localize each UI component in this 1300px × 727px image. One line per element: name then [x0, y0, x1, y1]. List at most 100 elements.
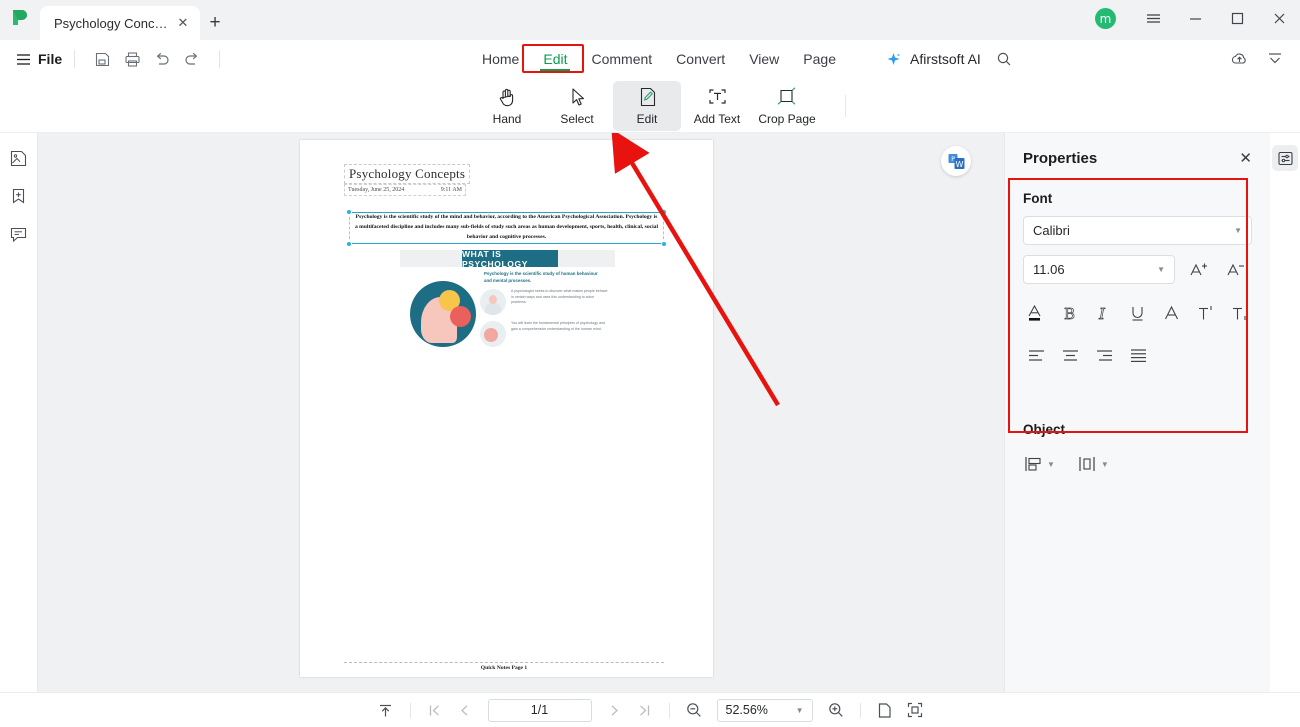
font-family-select[interactable]: Calibri ▼	[1023, 216, 1252, 245]
menu-tab-comment[interactable]: Comment	[579, 40, 664, 78]
bookmark-add-icon[interactable]	[6, 183, 32, 209]
svg-text:I: I	[1098, 305, 1106, 323]
properties-panel: Properties ✕ Font Calibri ▼ 11.06 ▼ B I	[1004, 133, 1270, 692]
infographic-image[interactable]: WHAT IS PSYCHOLOGY Psychology is the sci…	[400, 249, 615, 357]
strikethrough-icon[interactable]	[1154, 298, 1188, 328]
align-justify-icon[interactable]	[1121, 340, 1155, 370]
tool-crop-page-label: Crop Page	[758, 112, 816, 126]
page-number-value: 1/1	[530, 703, 549, 717]
align-objects-icon[interactable]: ▼	[1019, 451, 1059, 477]
menu-tab-convert[interactable]: Convert	[664, 40, 737, 78]
bold-icon[interactable]: B	[1053, 298, 1087, 328]
superscript-icon[interactable]	[1188, 298, 1222, 328]
pdf-page[interactable]: Psychology Concepts Tuesday, June 25, 20…	[300, 140, 713, 677]
redo-icon[interactable]	[177, 45, 207, 73]
distribute-objects-icon[interactable]: ▼	[1073, 451, 1113, 477]
collapse-ribbon-icon[interactable]	[1260, 45, 1290, 73]
minimize-icon[interactable]	[1174, 0, 1216, 39]
decrease-font-size-icon[interactable]	[1221, 256, 1249, 284]
align-right-icon[interactable]	[1087, 340, 1121, 370]
close-icon[interactable]: ✕	[1239, 149, 1252, 167]
properties-panel-icon[interactable]	[1272, 145, 1298, 171]
italic-icon[interactable]: I	[1087, 298, 1121, 328]
text-format-row: B I	[1019, 298, 1256, 328]
pdf-to-word-icon[interactable]: P W	[941, 146, 971, 176]
print-icon[interactable]	[117, 45, 147, 73]
chevron-down-icon: ▼	[1234, 226, 1242, 235]
menu-tab-edit[interactable]: Edit	[531, 40, 579, 78]
align-left-icon[interactable]	[1019, 340, 1053, 370]
menu-bar: File Home Edit Comment Convert View Page…	[0, 40, 1300, 78]
tool-crop-page[interactable]: Crop Page	[753, 81, 821, 131]
right-rail	[1270, 133, 1300, 692]
resize-handle-br[interactable]	[661, 241, 667, 247]
divider	[219, 50, 221, 68]
close-icon[interactable]: ✕	[174, 14, 192, 32]
zoom-level-select[interactable]: 52.56% ▼	[716, 698, 813, 722]
tool-group: Hand Select Edit Add Text Crop Page	[473, 78, 821, 133]
divider	[859, 702, 861, 718]
menu-tab-home[interactable]: Home	[470, 40, 531, 78]
infographic-p2: You will learn the fundamental principle…	[511, 321, 605, 331]
single-page-icon[interactable]	[872, 698, 898, 722]
document-tab[interactable]: Psychology Concepts ... ✕	[40, 6, 200, 40]
prev-page-icon[interactable]	[452, 698, 478, 722]
comment-icon[interactable]	[6, 221, 32, 247]
psychologist-avatar	[480, 289, 506, 315]
cloud-upload-icon[interactable]	[1224, 45, 1254, 73]
avatar[interactable]: m	[1095, 8, 1116, 29]
page-number-input[interactable]: 1/1	[487, 698, 592, 722]
menu-tab-view[interactable]: View	[737, 40, 791, 78]
font-color-icon[interactable]	[1019, 298, 1053, 328]
close-icon[interactable]	[1258, 0, 1300, 39]
tool-select[interactable]: Select	[543, 81, 611, 131]
zoom-in-icon[interactable]	[823, 698, 849, 722]
doc-meta: Tuesday, June 25, 2024 9:11 AM	[344, 184, 466, 196]
ai-label: Afirstsoft AI	[910, 51, 981, 67]
resize-handle-bl[interactable]	[346, 241, 352, 247]
angry-emoji-icon	[450, 306, 471, 327]
search-icon[interactable]	[989, 45, 1019, 73]
increase-font-size-icon[interactable]	[1184, 256, 1212, 284]
document-workspace[interactable]: Psychology Concepts Tuesday, June 25, 20…	[38, 133, 1004, 692]
underline-icon[interactable]	[1121, 298, 1155, 328]
last-page-icon[interactable]	[632, 698, 658, 722]
title-bar: Psychology Concepts ... ✕ + m	[0, 0, 1300, 40]
align-center-icon[interactable]	[1053, 340, 1087, 370]
tool-add-text[interactable]: Add Text	[683, 81, 751, 131]
tool-edit[interactable]: Edit	[613, 80, 681, 131]
edit-page-icon	[637, 85, 658, 109]
tool-add-text-label: Add Text	[693, 112, 741, 126]
thumbnails-icon[interactable]	[6, 145, 32, 171]
page-title: Properties	[1023, 149, 1098, 167]
resize-handle-tl[interactable]	[346, 209, 352, 215]
next-page-icon[interactable]	[602, 698, 628, 722]
selected-text-block[interactable]: Psychology is the scientific study of th…	[346, 209, 667, 247]
ai-assistant-button[interactable]: Afirstsoft AI	[885, 40, 1019, 78]
app-logo-icon	[0, 0, 40, 40]
maximize-icon[interactable]	[1216, 0, 1258, 39]
hamburger-menu-icon[interactable]	[1132, 0, 1174, 39]
doc-title: Psychology Concepts	[344, 164, 471, 184]
zoom-out-icon[interactable]	[681, 698, 707, 722]
tool-hand[interactable]: Hand	[473, 81, 541, 131]
selected-paragraph: Psychology is the scientific study of th…	[354, 214, 659, 240]
infographic-body: Psychology is the scientific study of hu…	[400, 267, 615, 357]
font-size-value: 11.06	[1033, 262, 1065, 277]
menu-tabs: Home Edit Comment Convert View Page	[470, 40, 848, 78]
first-page-icon[interactable]	[422, 698, 448, 722]
file-button[interactable]: File	[16, 51, 62, 67]
plus-icon[interactable]: +	[200, 6, 230, 40]
fit-page-icon[interactable]	[902, 698, 928, 722]
subscript-icon[interactable]	[1222, 298, 1256, 328]
save-icon[interactable]	[87, 45, 117, 73]
doc-meta-time: 9:11 AM	[440, 187, 462, 193]
font-size-select[interactable]: 11.06 ▼	[1023, 255, 1175, 284]
resize-handle-tr[interactable]	[661, 209, 667, 215]
infographic-row-1: A psychologist seeks to discover what ma…	[480, 289, 610, 315]
font-family-value: Calibri	[1033, 223, 1070, 238]
undo-icon[interactable]	[147, 45, 177, 73]
scroll-to-top-icon[interactable]	[373, 698, 399, 722]
zoom-level-value: 52.56%	[725, 703, 768, 717]
menu-tab-page[interactable]: Page	[791, 40, 848, 78]
